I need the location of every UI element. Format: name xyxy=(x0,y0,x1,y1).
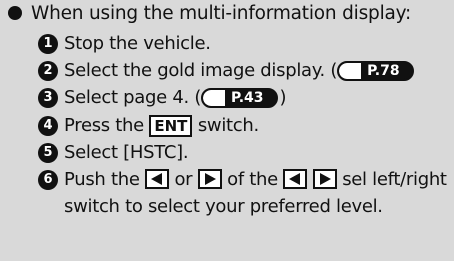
page-reference-icon xyxy=(203,90,226,107)
step-6-text-before: Push the xyxy=(64,169,140,191)
closing-parenthesis: ) xyxy=(279,87,287,109)
step-number-3: 3 xyxy=(38,88,58,109)
step-3: 3 Select page 4. ( P.43) xyxy=(38,84,452,111)
page-reference-icon xyxy=(339,63,362,80)
step-1-text: Stop the vehicle. xyxy=(64,33,211,54)
left-triangle-icon xyxy=(145,169,170,190)
step-list: 1 Stop the vehicle. 2 Select the gold imag… xyxy=(38,30,452,220)
step-4: 4 Press the ENT switch. xyxy=(38,112,452,139)
step-5-text: Select [HSTC]. xyxy=(64,141,189,163)
page-reference-link[interactable]: P.43 xyxy=(201,88,278,109)
page-reference-number: P.78 xyxy=(367,63,400,80)
right-triangle-icon xyxy=(312,169,337,190)
step-3-text: Select page 4. ( xyxy=(64,87,202,109)
step-4-text-after: switch. xyxy=(197,114,259,136)
left-triangle-icon xyxy=(283,169,308,190)
step-4-text-before: Press the xyxy=(64,114,144,136)
step-number-2: 2 xyxy=(38,61,58,82)
right-triangle-icon xyxy=(197,169,222,190)
step-number-5: 5 xyxy=(38,142,58,163)
page-reference-link[interactable]: P.78 xyxy=(337,61,414,82)
step-number-6: 6 xyxy=(38,170,58,191)
step-number-4: 4 xyxy=(38,115,58,136)
instruction-heading: When using the multi-information display… xyxy=(8,2,411,26)
step-2-text: Select the gold image display. ( xyxy=(64,60,338,82)
step-number-1: 1 xyxy=(38,34,58,54)
step-5: 5 Select [HSTC]. xyxy=(38,139,452,166)
ent-switch-label: ENT xyxy=(149,114,193,137)
step-1: 1 Stop the vehicle. xyxy=(38,30,452,57)
step-6-of: of the xyxy=(227,169,278,191)
heading-text: When using the multi-information display… xyxy=(31,3,412,24)
bullet-icon xyxy=(8,6,22,20)
step-6: 6 Push the or of the sel left/right switc… xyxy=(38,166,448,220)
step-2: 2 Select the gold image display. ( P.78 xyxy=(38,57,452,84)
step-6-or: or xyxy=(174,169,193,191)
page-reference-number: P.43 xyxy=(231,90,264,107)
